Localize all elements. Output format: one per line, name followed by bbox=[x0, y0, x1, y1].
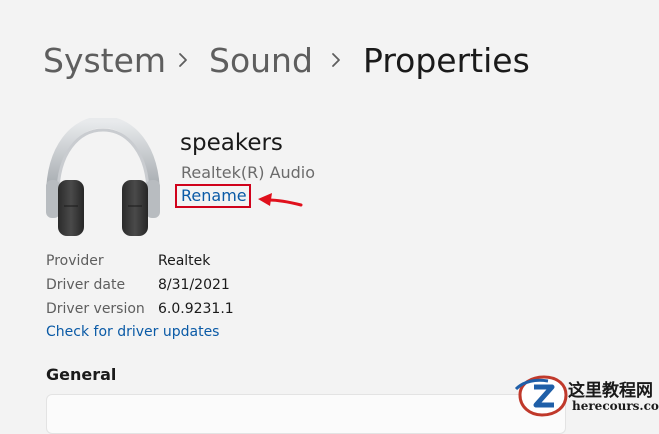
page-title: Properties bbox=[363, 41, 530, 80]
watermark-title: 这里教程网 bbox=[568, 381, 653, 401]
breadcrumb-item-sound[interactable]: Sound bbox=[209, 44, 313, 77]
chevron-right-icon bbox=[332, 53, 340, 67]
watermark-logo-icon bbox=[514, 375, 568, 417]
property-label: Driver date bbox=[46, 277, 126, 293]
headphones-icon bbox=[46, 118, 160, 236]
watermark-site: herecours.com bbox=[572, 399, 659, 413]
rename-link[interactable]: Rename bbox=[181, 186, 247, 205]
device-name: speakers bbox=[180, 130, 283, 156]
chevron-right-icon bbox=[179, 53, 187, 67]
section-heading-general: General bbox=[46, 365, 117, 384]
general-settings-card[interactable] bbox=[46, 394, 566, 434]
annotation-arrow-icon bbox=[258, 193, 303, 207]
property-label: Provider bbox=[46, 253, 104, 269]
property-label: Driver version bbox=[46, 301, 145, 317]
check-driver-updates-link[interactable]: Check for driver updates bbox=[46, 324, 219, 340]
property-value: Realtek bbox=[158, 253, 211, 269]
breadcrumb-item-system[interactable]: System bbox=[43, 44, 166, 77]
property-value: 8/31/2021 bbox=[158, 277, 230, 293]
device-driver-name: Realtek(R) Audio bbox=[181, 163, 316, 182]
property-value: 6.0.9231.1 bbox=[158, 301, 234, 317]
